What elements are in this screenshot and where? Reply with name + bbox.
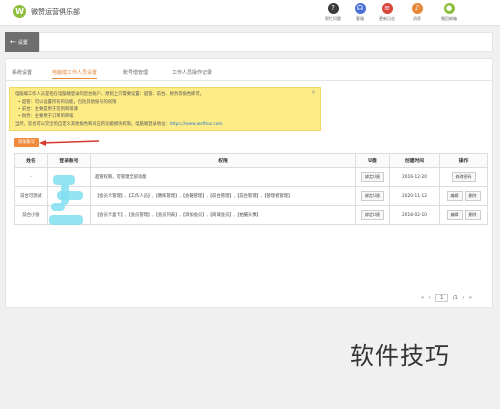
next-page-button[interactable]: › xyxy=(462,295,464,301)
bell-icon: ♪ xyxy=(411,3,423,14)
col-header-permissions: 权限 xyxy=(90,153,356,168)
back-button-label: 设置 xyxy=(17,40,28,46)
bind-ukey-button[interactable]: 绑定U盾 xyxy=(361,191,384,201)
log-icon: ≡ xyxy=(381,3,393,14)
app-name: 微赞运营俱乐部 xyxy=(31,8,80,16)
add-account-button[interactable]: 添加账号 xyxy=(14,138,39,147)
bind-ukey-button[interactable]: 绑定U盾 xyxy=(361,210,384,220)
notice-line: • 前台：主要是用于签到和销课 xyxy=(18,107,78,112)
cell-actions: 编辑 删除 xyxy=(439,186,488,206)
total-pages: /1 xyxy=(452,295,458,301)
col-header-account: 登录账号 xyxy=(47,153,91,168)
question-icon: ? xyxy=(327,3,339,14)
top-icon-label: 更新日志 xyxy=(379,16,395,21)
tab-staff-operation-log[interactable]: 工作人员操作记录 xyxy=(172,69,212,76)
notice-line: 当然，您也可以完全的自定义其他角色和对应的功能模块权限。电脑端登录地址：http… xyxy=(15,121,223,127)
top-icon-account[interactable]: ● 撤回邮箱 xyxy=(436,3,462,22)
top-bar: W 微赞运营俱乐部 ? 帮忙问题 ☊ 客服 ≡ 更新日志 ♪ 消息 ● 撤回邮箱 xyxy=(0,0,500,26)
cell-permissions: 超管权限，可管理全部功能 xyxy=(90,167,356,187)
col-header-ukey: U盾 xyxy=(355,153,390,168)
delete-button[interactable]: 删除 xyxy=(464,210,481,220)
prev-page-button[interactable]: ‹ xyxy=(429,295,431,301)
tab-bar: 系统设置 电脑端工作人员设置 账号借管理 工作人员操作记录 xyxy=(6,67,492,81)
cell-permissions: 【会员卡盒卡】,【会员管理】,【会员列表】,【添加会员】,【商城会员】,【拍摄头… xyxy=(90,205,356,225)
top-icon-messages[interactable]: ♪ 消息 xyxy=(404,3,430,22)
top-icon-label: 客服 xyxy=(356,16,364,21)
top-icon-label: 撤回邮箱 xyxy=(441,16,457,21)
cell-created: 2016-12-20 xyxy=(389,167,440,187)
top-icon-label: 帮忙问题 xyxy=(325,16,341,21)
cell-actions: 编辑 删除 xyxy=(439,205,488,225)
notice-line: • 财务：主要用于订单的审核 xyxy=(18,114,74,119)
cell-name: - xyxy=(14,167,48,187)
delete-button[interactable]: 删除 xyxy=(464,191,481,201)
bind-ukey-button[interactable]: 绑定U盾 xyxy=(361,172,384,182)
cell-name: 前台可测试 xyxy=(14,186,48,206)
edit-button[interactable]: 编辑 xyxy=(446,191,463,201)
top-icon-label: 消息 xyxy=(413,16,421,21)
top-icon-help[interactable]: ? 帮忙问题 xyxy=(320,3,346,22)
headset-icon: ☊ xyxy=(354,3,366,14)
cell-name: 前台小张 xyxy=(14,205,48,225)
watermark: 软件技巧 xyxy=(350,342,450,370)
cell-actions: 修改密码 xyxy=(439,167,488,187)
cell-created: 2020-11-12 xyxy=(389,186,440,206)
back-arrow-icon: ← xyxy=(10,38,16,46)
last-page-button[interactable]: » xyxy=(469,295,472,301)
cell-ukey: 绑定U盾 xyxy=(355,205,390,225)
top-icon-changelog[interactable]: ≡ 更新日志 xyxy=(374,3,400,22)
table-header-row: 姓名 登录账号 权限 U盾 创建时间 操作 xyxy=(14,153,488,168)
tab-pc-staff-settings[interactable]: 电脑端工作人员设置 xyxy=(52,69,98,79)
account-redaction-scribble xyxy=(47,173,87,231)
notice-line: • 超管：可以设置所有的功能，包括其他账号的权限 xyxy=(18,100,117,105)
tab-system-settings[interactable]: 系统设置 xyxy=(12,69,32,76)
cell-created: 2018-02-10 xyxy=(389,205,440,225)
tab-account-management[interactable]: 账号借管理 xyxy=(123,69,148,76)
col-header-name: 姓名 xyxy=(14,153,48,168)
change-password-button[interactable]: 修改密码 xyxy=(451,172,476,182)
cell-ukey: 绑定U盾 xyxy=(355,167,390,187)
notice-line: 电脑端工作人员是指在电脑端登录的后台账户，原则上只需要设置：超管、前台、财务等角… xyxy=(15,92,205,97)
red-arrow-annotation xyxy=(39,140,99,146)
notice-text: 当然，您也可以完全的自定义其他角色和对应的功能模块权限。电脑端登录地址： xyxy=(15,122,170,127)
edit-button[interactable]: 编辑 xyxy=(446,210,463,220)
notice-box: × 电脑端工作人员是指在电脑端登录的后台账户，原则上只需要设置：超管、前台、财务… xyxy=(9,87,321,131)
first-page-button[interactable]: « xyxy=(421,295,424,301)
col-header-actions: 操作 xyxy=(439,153,488,168)
col-header-created: 创建时间 xyxy=(389,153,440,168)
page-header xyxy=(39,32,493,52)
pagination: « ‹ 1 /1 › » xyxy=(421,294,475,304)
cell-ukey: 绑定U盾 xyxy=(355,186,390,206)
login-url-link[interactable]: https://www.wefitos.com xyxy=(170,122,223,127)
top-icon-service[interactable]: ☊ 客服 xyxy=(347,3,373,22)
cell-permissions: 【会员卡管理】,【工作人员】,【教练管理】,【会籍管理】,【前台管理】,【前台管… xyxy=(90,186,356,206)
app-logo: W xyxy=(13,5,26,18)
back-button[interactable]: ← 设置 xyxy=(5,32,39,52)
page-number-input[interactable]: 1 xyxy=(435,294,449,302)
notice-close-icon[interactable]: × xyxy=(311,89,316,96)
user-icon: ● xyxy=(443,3,455,14)
